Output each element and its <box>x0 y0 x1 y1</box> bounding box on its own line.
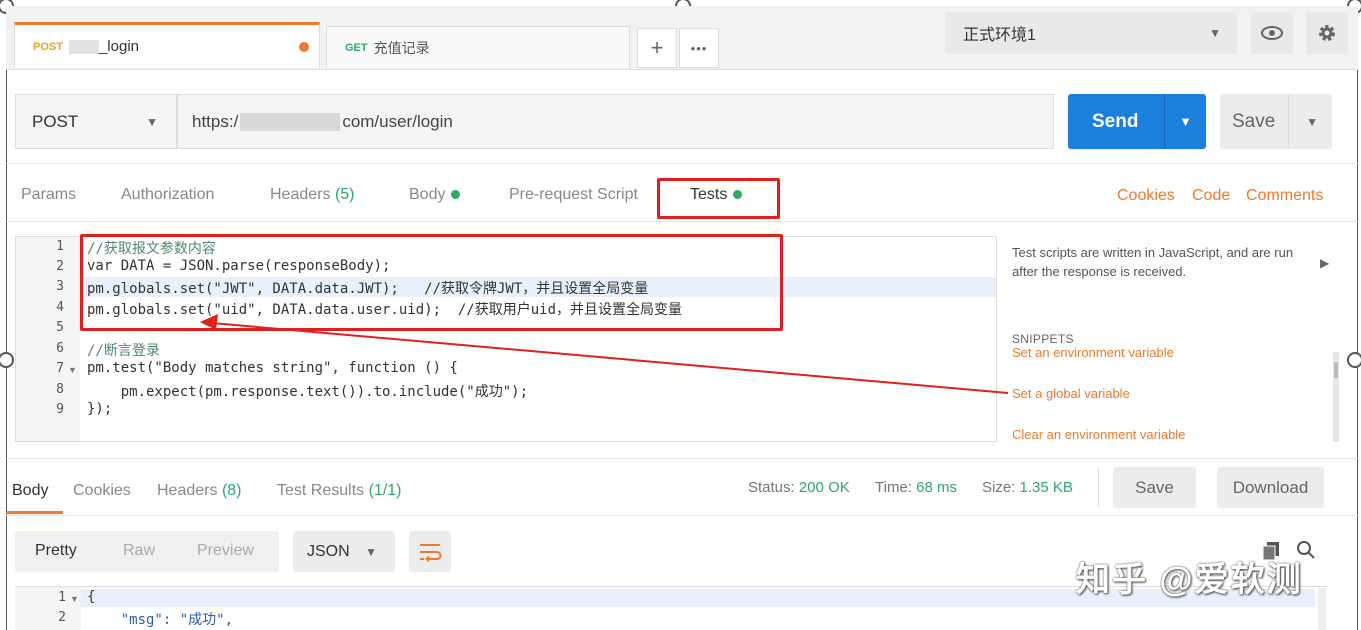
snippets-title: SNIPPETS <box>1012 332 1074 346</box>
save-response-button[interactable]: Save <box>1113 467 1196 508</box>
tab-label: Test Results <box>277 482 365 499</box>
collapse-panel-icon[interactable]: ▶ <box>1320 256 1329 270</box>
wrap-lines-button[interactable] <box>409 531 451 572</box>
test-results-count: (1/1) <box>368 482 402 499</box>
response-tab-body[interactable]: Body <box>12 482 48 500</box>
line-number: 1 <box>58 590 66 605</box>
scrollbar-thumb[interactable] <box>1334 362 1338 378</box>
code-line: "msg": "成功", <box>87 612 234 628</box>
status-label: Status: <box>748 479 795 496</box>
size-label: Size: <box>982 479 1016 496</box>
headers-count: (8) <box>221 482 242 499</box>
view-raw[interactable]: Raw <box>123 542 155 560</box>
snippet-set-global-variable[interactable]: Set a global variable <box>1012 386 1130 401</box>
caret-down-icon: ▼ <box>365 544 377 559</box>
status-readout: Status: 200 OK <box>748 479 850 496</box>
wrap-lines-icon <box>420 543 442 562</box>
format-value: JSON <box>307 542 350 560</box>
time-label: Time: <box>875 479 912 496</box>
response-tab-headers[interactable]: Headers (8) <box>157 482 242 500</box>
size-readout: Size: 1.35 KB <box>982 479 1073 496</box>
download-response-button[interactable]: Download <box>1217 467 1324 508</box>
line-number: 2 <box>58 610 66 625</box>
watermark: 知乎 @爱软测 <box>1076 561 1303 599</box>
annotation-arrow-line <box>211 322 1009 394</box>
view-preview[interactable]: Preview <box>197 542 254 560</box>
view-pretty[interactable]: Pretty <box>35 542 77 560</box>
response-format-select[interactable]: JSON ▼ <box>293 531 395 572</box>
postman-window: POST _login GET 充值记录 + ••• 正式环境1 ▼ POST … <box>0 0 1361 630</box>
snippet-set-env-variable[interactable]: Set an environment variable <box>1012 345 1174 360</box>
divider <box>6 458 1358 459</box>
time-value: 68 ms <box>916 479 957 496</box>
status-value: 200 OK <box>798 479 850 496</box>
annotation-arrowhead <box>200 314 218 330</box>
size-value: 1.35 KB <box>1019 479 1073 496</box>
response-tab-test-results[interactable]: Test Results (1/1) <box>277 482 402 500</box>
tab-label: Headers <box>157 482 218 499</box>
divider <box>1098 468 1099 506</box>
time-readout: Time: 68 ms <box>875 479 957 496</box>
fold-caret-icon[interactable]: ▼ <box>70 594 79 604</box>
response-tab-cookies[interactable]: Cookies <box>73 482 131 500</box>
active-tab-indicator <box>6 511 63 514</box>
response-scrollbar[interactable] <box>1318 588 1326 630</box>
divider <box>6 515 1358 516</box>
tests-description: Test scripts are written in JavaScript, … <box>1012 245 1294 279</box>
code-line: { <box>87 589 96 605</box>
snippet-clear-env-variable[interactable]: Clear an environment variable <box>1012 427 1185 442</box>
